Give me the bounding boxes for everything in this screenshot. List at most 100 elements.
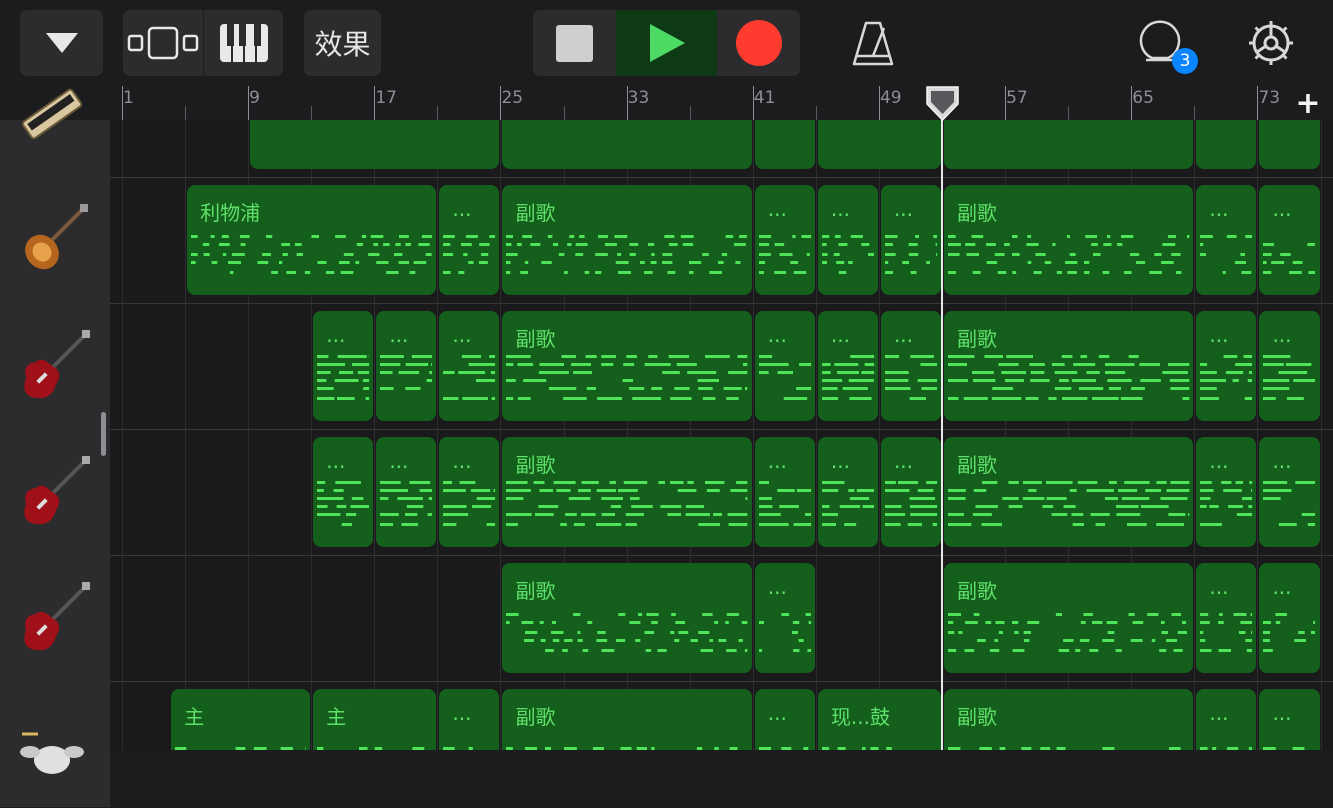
midi-region[interactable]: 利物浦 xyxy=(187,185,436,295)
midi-region[interactable]: 副歌 xyxy=(944,563,1193,673)
stop-button[interactable] xyxy=(533,10,615,76)
midi-region[interactable]: ... xyxy=(439,311,499,421)
midi-region[interactable]: ... xyxy=(1259,563,1319,673)
midi-region[interactable]: 副歌 xyxy=(944,437,1193,547)
midi-region[interactable]: ... xyxy=(1196,185,1256,295)
midi-region[interactable]: ... xyxy=(755,563,815,673)
grid-line xyxy=(122,120,123,750)
electric-guitar-icon xyxy=(12,326,92,406)
midi-region[interactable]: 副歌 xyxy=(944,185,1193,295)
track-menu-button[interactable] xyxy=(20,10,103,76)
midi-region[interactable]: 主 xyxy=(313,689,436,750)
midi-region[interactable]: 副歌 xyxy=(944,689,1193,750)
midi-region[interactable]: ... xyxy=(755,185,815,295)
midi-region[interactable]: ... xyxy=(439,437,499,547)
midi-region[interactable]: ... xyxy=(1259,437,1319,547)
midi-region[interactable]: 副歌 xyxy=(502,563,751,673)
midi-region[interactable]: 副歌 xyxy=(502,185,751,295)
midi-region[interactable]: 副歌 xyxy=(502,437,751,547)
track-separator xyxy=(110,681,1333,682)
region-label: ... xyxy=(1272,575,1291,599)
tracks-area[interactable]: 利物浦...副歌.........副歌...............副歌....… xyxy=(110,120,1333,750)
track-header[interactable] xyxy=(0,120,110,178)
playhead-line xyxy=(941,100,943,750)
region-label: 副歌 xyxy=(515,197,555,226)
midi-region[interactable] xyxy=(250,120,499,169)
region-label: 主 xyxy=(326,701,346,730)
metronome-icon xyxy=(850,20,896,66)
midi-region[interactable]: 现...鼓 xyxy=(818,689,941,750)
midi-region[interactable]: ... xyxy=(818,311,878,421)
region-label: ... xyxy=(894,449,913,473)
midi-region[interactable] xyxy=(944,120,1193,169)
metronome-button[interactable] xyxy=(840,10,906,76)
midi-region[interactable]: ... xyxy=(1196,437,1256,547)
region-label: ... xyxy=(1272,197,1291,221)
record-button[interactable] xyxy=(718,10,800,76)
midi-region[interactable]: ... xyxy=(755,311,815,421)
midi-region[interactable]: ... xyxy=(313,311,373,421)
playhead-handle[interactable] xyxy=(926,86,959,122)
region-label: ... xyxy=(831,323,850,347)
midi-region[interactable]: 副歌 xyxy=(502,689,751,750)
add-section-button[interactable]: + xyxy=(1283,86,1333,120)
view-toggle-group xyxy=(123,10,283,76)
track-header[interactable] xyxy=(0,429,110,556)
loop-count-badge: 3 xyxy=(1172,48,1198,74)
midi-region[interactable] xyxy=(818,120,941,169)
ruler-tick xyxy=(311,106,312,120)
region-label: 副歌 xyxy=(957,701,997,730)
midi-region[interactable]: ... xyxy=(1259,689,1319,750)
midi-region[interactable]: ... xyxy=(881,437,941,547)
ruler-tick xyxy=(1131,86,1132,120)
midi-region[interactable]: ... xyxy=(1259,311,1319,421)
ruler-bar-number: 73 xyxy=(1258,88,1280,108)
midi-region[interactable]: ... xyxy=(818,185,878,295)
midi-region[interactable]: ... xyxy=(818,437,878,547)
track-header[interactable] xyxy=(0,303,110,430)
tracks-view-button[interactable] xyxy=(123,10,202,76)
midi-region[interactable]: ... xyxy=(376,311,436,421)
midi-region[interactable]: 主 xyxy=(171,689,310,750)
midi-region[interactable] xyxy=(1196,120,1256,169)
ruler-bar-number: 1 xyxy=(123,88,134,108)
timeline-ruler[interactable]: 191725334149576573 xyxy=(110,86,1333,121)
midi-region[interactable]: ... xyxy=(1259,185,1319,295)
keyboard-view-button[interactable] xyxy=(204,10,283,76)
track-header[interactable] xyxy=(0,177,110,304)
play-button[interactable] xyxy=(616,10,717,76)
region-label: 副歌 xyxy=(957,449,997,478)
ruler-tick xyxy=(1068,106,1069,120)
ruler-tick xyxy=(564,106,565,120)
region-label: ... xyxy=(1272,323,1291,347)
midi-region[interactable]: ... xyxy=(1196,563,1256,673)
region-label: 副歌 xyxy=(515,575,555,604)
grid-line xyxy=(185,120,186,750)
midi-region[interactable]: ... xyxy=(1196,689,1256,750)
midi-region[interactable] xyxy=(502,120,751,169)
loops-button[interactable]: 3 xyxy=(1138,14,1204,76)
track-header[interactable] xyxy=(0,555,110,682)
track-header[interactable] xyxy=(0,681,110,808)
midi-region[interactable]: ... xyxy=(755,689,815,750)
midi-notes xyxy=(755,120,815,169)
headers-resize-handle[interactable] xyxy=(101,412,106,456)
track-separator xyxy=(110,303,1333,304)
ruler-bar-number: 65 xyxy=(1132,88,1154,108)
midi-region[interactable]: ... xyxy=(755,437,815,547)
settings-button[interactable] xyxy=(1238,10,1304,76)
midi-region[interactable]: ... xyxy=(439,689,499,750)
midi-region[interactable]: ... xyxy=(439,185,499,295)
midi-region[interactable]: ... xyxy=(881,311,941,421)
midi-region[interactable]: ... xyxy=(376,437,436,547)
midi-region[interactable]: 副歌 xyxy=(502,311,751,421)
midi-region[interactable]: ... xyxy=(1196,311,1256,421)
midi-region[interactable]: 副歌 xyxy=(944,311,1193,421)
effects-button[interactable]: 效果 xyxy=(304,10,381,76)
region-label: ... xyxy=(768,449,787,473)
midi-region[interactable]: ... xyxy=(881,185,941,295)
midi-region[interactable] xyxy=(1259,120,1319,169)
midi-region[interactable]: ... xyxy=(313,437,373,547)
region-label: 副歌 xyxy=(957,575,997,604)
midi-region[interactable] xyxy=(755,120,815,169)
